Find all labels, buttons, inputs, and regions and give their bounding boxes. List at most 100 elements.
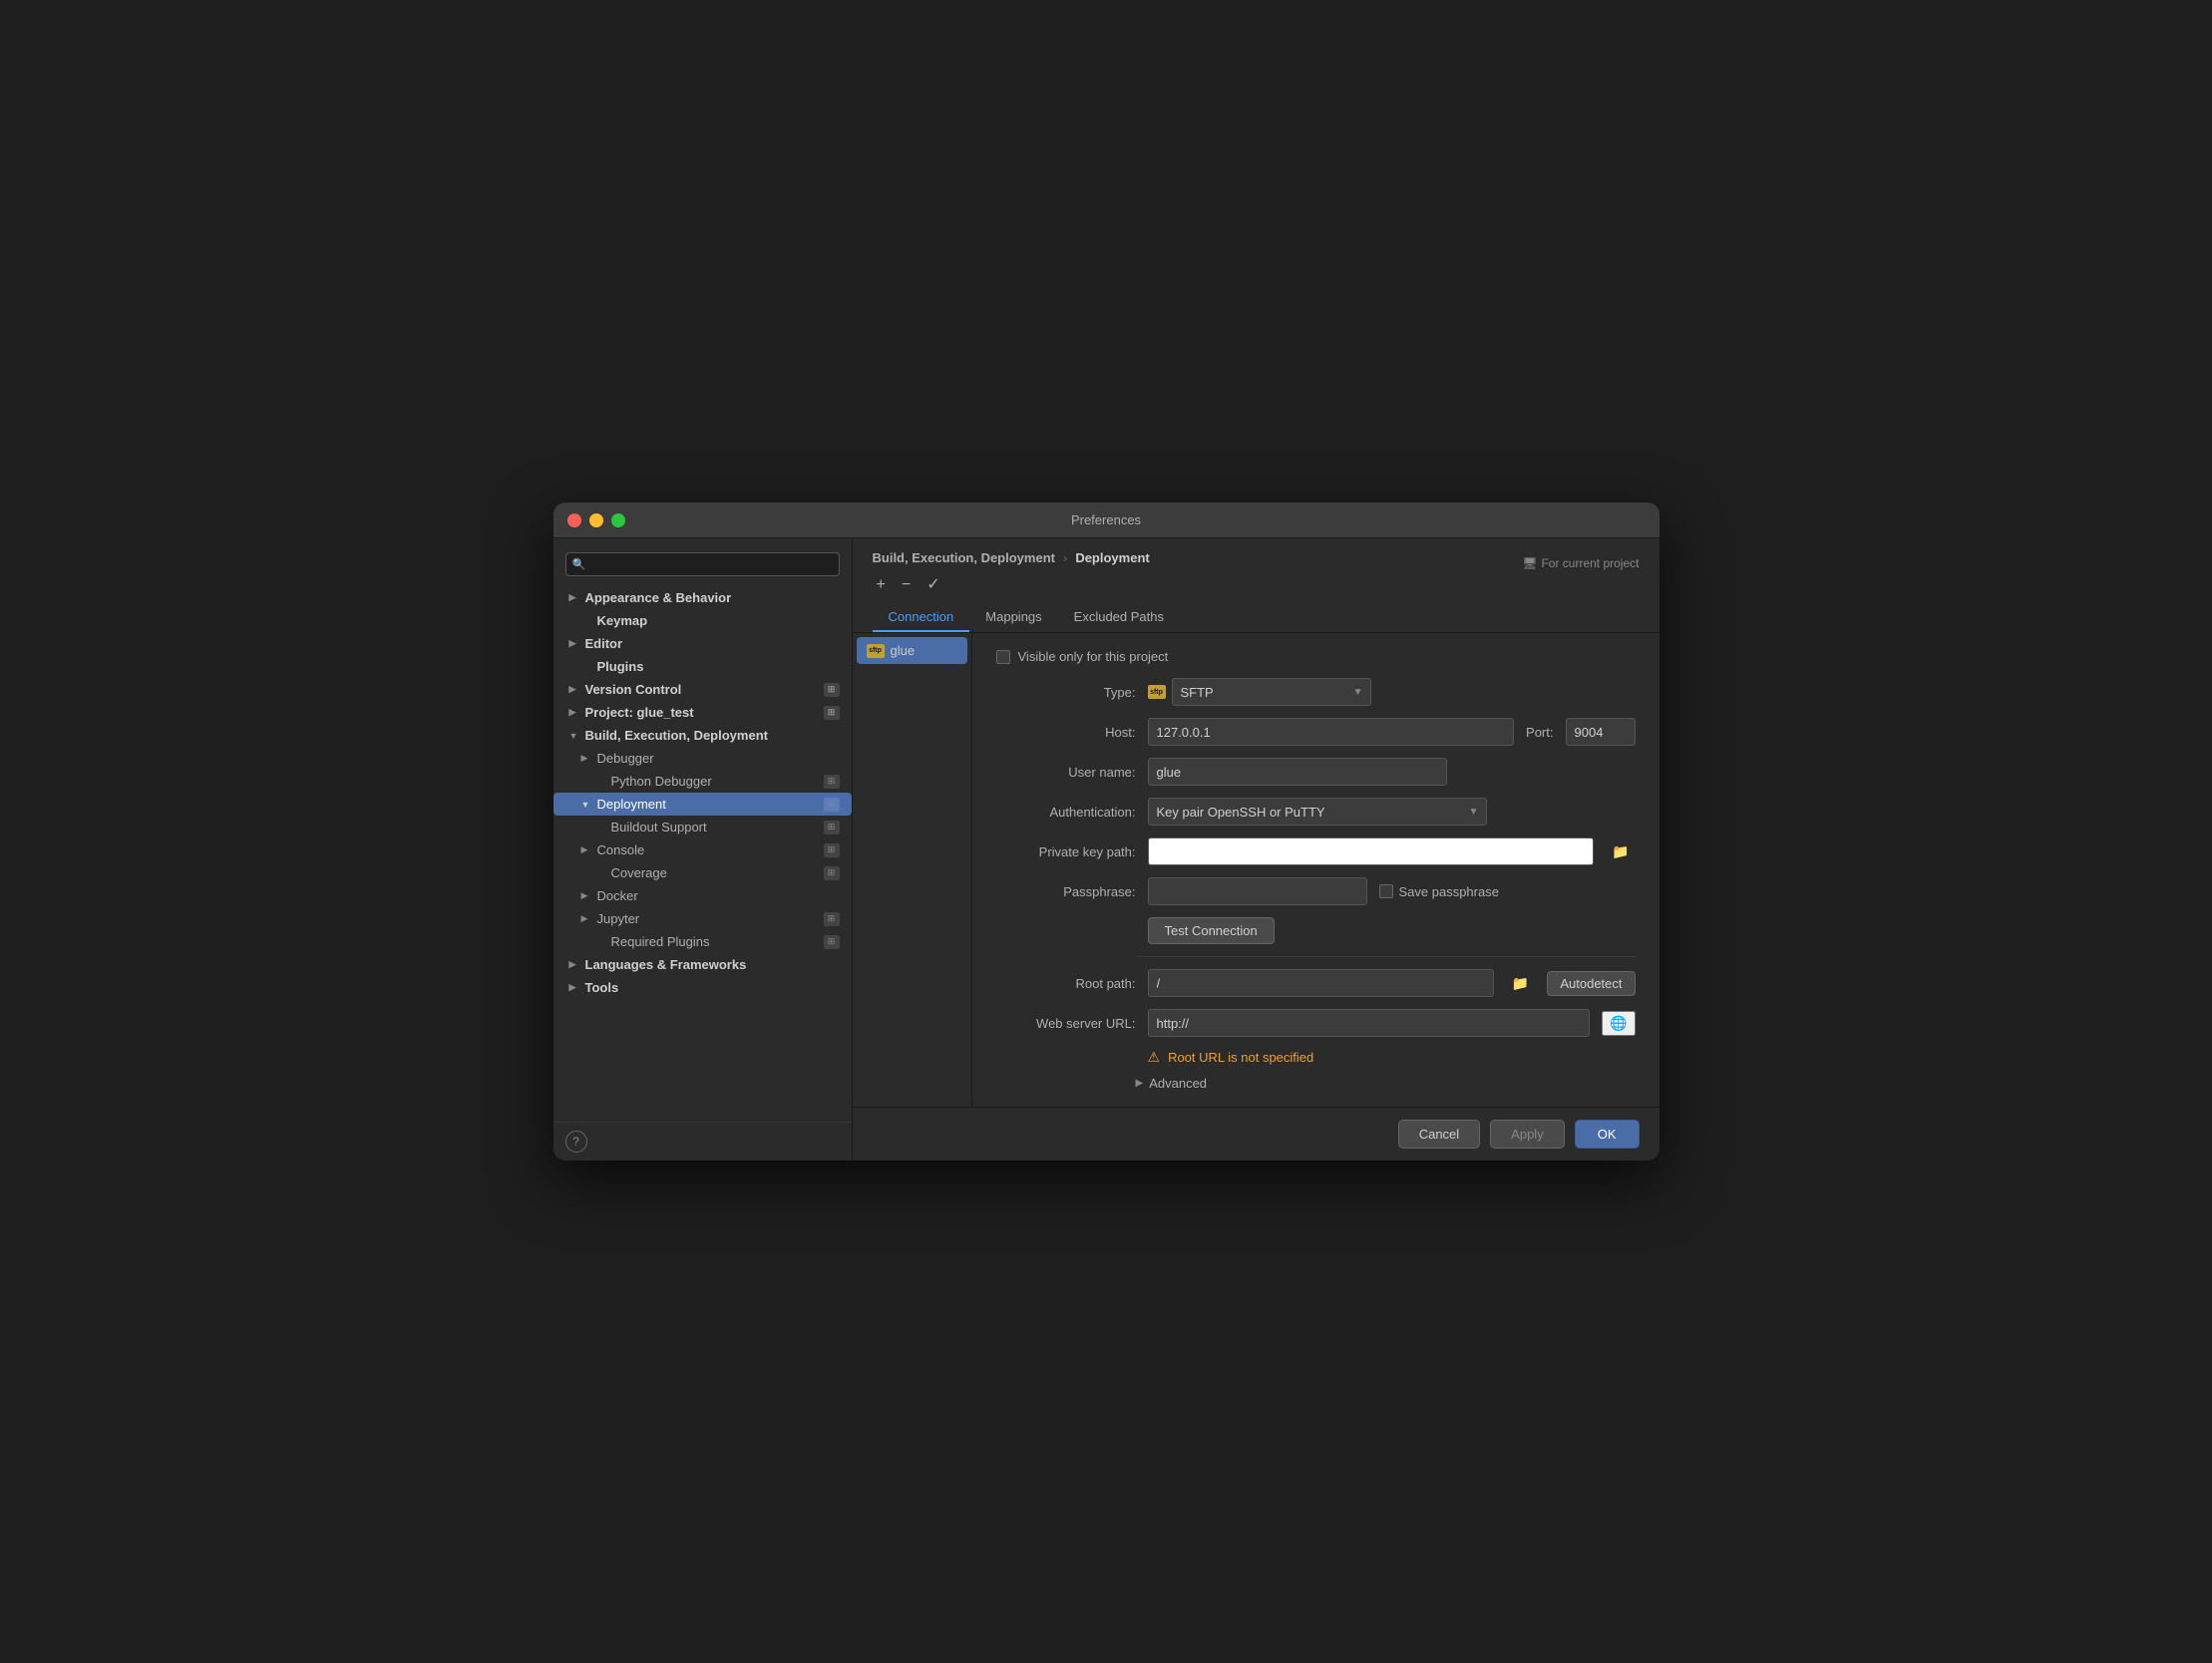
badge-icon: ⊞ (824, 821, 840, 834)
sidebar-item-docker[interactable]: ▶ Docker (553, 884, 852, 907)
host-row: Host: Port: (996, 718, 1636, 746)
sidebar-item-label: Required Plugins (611, 934, 710, 949)
port-input[interactable] (1566, 718, 1636, 746)
divider (1136, 956, 1636, 957)
sidebar-item-required-plugins[interactable]: Required Plugins ⊞ (553, 930, 852, 953)
sidebar-item-label: Tools (585, 980, 619, 995)
apply-button[interactable]: ✓ (922, 575, 943, 595)
search-input[interactable] (565, 552, 840, 576)
warning-row: ⚠ Root URL is not specified (1148, 1049, 1636, 1066)
visible-only-label: Visible only for this project (1018, 649, 1169, 664)
sidebar-item-console[interactable]: ▶ Console ⊞ (553, 838, 852, 861)
browse-root-button[interactable]: 📁 (1506, 973, 1535, 994)
autodetect-button[interactable]: Autodetect (1547, 971, 1635, 996)
sidebar-item-label: Languages & Frameworks (585, 957, 747, 972)
username-label: User name: (996, 765, 1136, 780)
passphrase-input[interactable] (1148, 877, 1367, 905)
badge-icon: ⊞ (824, 935, 840, 949)
username-input[interactable] (1148, 758, 1447, 786)
sidebar-item-buildout[interactable]: Buildout Support ⊞ (553, 816, 852, 838)
bottom-bar: Cancel Apply OK (853, 1107, 1659, 1161)
globe-button[interactable]: 🌐 (1602, 1011, 1635, 1036)
sidebar-item-label: Build, Execution, Deployment (585, 728, 768, 743)
sidebar-item-label: Deployment (597, 797, 666, 812)
sidebar-item-label: Plugins (597, 659, 644, 674)
passphrase-row: Passphrase: Save passphrase (996, 877, 1636, 905)
private-key-row: Private key path: 📁 (996, 837, 1636, 865)
sidebar-item-build[interactable]: ▼ Build, Execution, Deployment (553, 724, 852, 747)
sidebar-item-coverage[interactable]: Coverage ⊞ (553, 861, 852, 884)
cancel-button[interactable]: Cancel (1398, 1120, 1480, 1149)
titlebar: Preferences (553, 502, 1659, 538)
sidebar-item-plugins[interactable]: Plugins (553, 655, 852, 678)
type-select[interactable]: SFTP (1172, 678, 1371, 706)
root-path-input[interactable] (1148, 969, 1494, 997)
private-key-label: Private key path: (996, 844, 1136, 859)
passphrase-label: Passphrase: (996, 884, 1136, 899)
sidebar-item-project[interactable]: ▶ Project: glue_test ⊞ (553, 701, 852, 724)
ok-button[interactable]: OK (1575, 1120, 1640, 1149)
apply-button[interactable]: Apply (1490, 1120, 1565, 1149)
sidebar-item-label: Version Control (585, 682, 682, 697)
tab-label: Connection (889, 609, 954, 624)
visible-checkbox-row: Visible only for this project (996, 649, 1636, 664)
sidebar-item-debugger[interactable]: ▶ Debugger (553, 747, 852, 770)
minimize-button[interactable] (589, 513, 603, 527)
sidebar: 🔍 ▶ Appearance & Behavior Keymap ▶ Edito… (553, 538, 853, 1161)
auth-select-wrap: Key pair OpenSSH or PuTTY ▼ (1148, 798, 1487, 826)
web-url-row: Web server URL: 🌐 (996, 1009, 1636, 1037)
preferences-window: Preferences 🔍 ▶ Appearance & Behavior Ke… (553, 502, 1659, 1161)
server-list: sftp glue (853, 633, 972, 1107)
save-passphrase-checkbox[interactable] (1379, 884, 1393, 898)
arrow-icon: ▶ (569, 592, 579, 603)
close-button[interactable] (567, 513, 581, 527)
browse-key-button[interactable]: 📁 (1606, 841, 1635, 862)
for-current-project: 🖥 For current project (1522, 556, 1639, 570)
tab-excluded-paths[interactable]: Excluded Paths (1058, 603, 1180, 632)
for-current-label: For current project (1541, 556, 1639, 570)
tab-connection[interactable]: Connection (873, 603, 970, 632)
sidebar-item-label: Jupyter (597, 911, 640, 926)
sidebar-item-appearance[interactable]: ▶ Appearance & Behavior (553, 586, 852, 609)
sidebar-item-label: Console (597, 842, 645, 857)
sidebar-item-version-control[interactable]: ▶ Version Control ⊞ (553, 678, 852, 701)
breadcrumb: Build, Execution, Deployment › Deploymen… (873, 550, 1150, 565)
sidebar-item-label: Editor (585, 636, 623, 651)
sidebar-item-tools[interactable]: ▶ Tools (553, 976, 852, 999)
maximize-button[interactable] (611, 513, 625, 527)
root-path-label: Root path: (996, 976, 1136, 991)
port-label: Port: (1526, 725, 1553, 740)
breadcrumb-sep: › (1063, 550, 1067, 565)
advanced-arrow-icon: ▶ (1136, 1078, 1144, 1089)
badge-icon: ⊞ (824, 912, 840, 926)
add-server-button[interactable]: + (873, 575, 890, 595)
web-url-input[interactable] (1148, 1009, 1591, 1037)
sidebar-item-editor[interactable]: ▶ Editor (553, 632, 852, 655)
auth-row: Authentication: Key pair OpenSSH or PuTT… (996, 798, 1636, 826)
save-passphrase-row: Save passphrase (1379, 884, 1499, 899)
host-input[interactable] (1148, 718, 1515, 746)
visible-only-checkbox[interactable] (996, 650, 1010, 664)
sidebar-item-keymap[interactable]: Keymap (553, 609, 852, 632)
advanced-row[interactable]: ▶ Advanced (1136, 1076, 1636, 1091)
root-path-row: Root path: 📁 Autodetect (996, 969, 1636, 997)
server-item-glue[interactable]: sftp glue (857, 637, 967, 664)
breadcrumb-current: Deployment (1075, 550, 1149, 565)
remove-server-button[interactable]: − (898, 575, 915, 595)
sidebar-item-python-debugger[interactable]: Python Debugger ⊞ (553, 770, 852, 793)
auth-select[interactable]: Key pair OpenSSH or PuTTY (1148, 798, 1487, 826)
sidebar-item-languages[interactable]: ▶ Languages & Frameworks (553, 953, 852, 976)
traffic-lights (567, 513, 625, 527)
sidebar-item-jupyter[interactable]: ▶ Jupyter ⊞ (553, 907, 852, 930)
sidebar-item-deployment[interactable]: ▼ Deployment ⊞ (553, 793, 852, 816)
badge-icon: ⊞ (824, 866, 840, 880)
private-key-input[interactable] (1148, 837, 1595, 865)
warning-icon: ⚠ (1148, 1049, 1161, 1066)
sidebar-item-label: Docker (597, 888, 638, 903)
form-area: Visible only for this project Type: sftp… (972, 633, 1659, 1107)
test-connection-button[interactable]: Test Connection (1148, 917, 1275, 944)
help-button[interactable]: ? (565, 1131, 587, 1153)
badge-icon: ⊞ (824, 798, 840, 812)
tab-mappings[interactable]: Mappings (969, 603, 1057, 632)
toolbar: + − ✓ (873, 575, 1640, 595)
